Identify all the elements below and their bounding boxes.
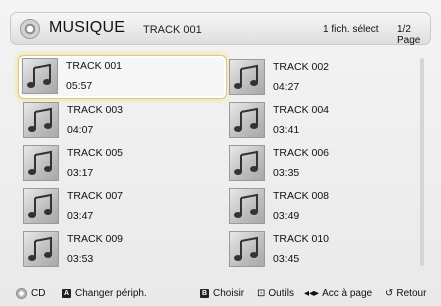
track-duration: 03:53 (67, 253, 94, 265)
b-key-icon: B (200, 289, 209, 298)
track-duration: 04:07 (67, 124, 94, 136)
music-note-icon (23, 188, 59, 224)
track-tile[interactable]: TRACK 010 03:45 (226, 229, 425, 269)
track-duration: 04:27 (273, 81, 300, 93)
footer-choose[interactable]: B Choisir (200, 288, 244, 299)
track-duration: 03:49 (273, 210, 300, 222)
footer-tools[interactable]: ⊡ Outils (257, 288, 294, 299)
music-browser-screen: MUSIQUE TRACK 001 1 fich. sélect 1/2 Pag… (0, 0, 441, 306)
track-name: TRACK 001 (66, 60, 123, 72)
change-device-label: Changer périph. (75, 288, 147, 299)
track-name: TRACK 003 (67, 104, 124, 116)
a-key-icon: A (62, 289, 71, 298)
music-note-icon (23, 145, 59, 181)
tools-icon: ⊡ (257, 288, 266, 299)
track-name: TRACK 007 (67, 190, 124, 202)
footer-change-device[interactable]: A Changer périph. (62, 288, 147, 299)
track-tile[interactable]: ✓ TRACK 001 05:57 (19, 56, 226, 98)
track-tile[interactable]: TRACK 002 04:27 (226, 57, 425, 97)
track-name: TRACK 006 (273, 147, 330, 159)
track-name: TRACK 004 (273, 104, 330, 116)
footer-page-access[interactable]: ◂◂▸ Acc à page (304, 288, 372, 299)
track-duration: 03:17 (67, 167, 94, 179)
track-name: TRACK 009 (67, 233, 124, 245)
music-note-icon (229, 188, 265, 224)
track-tile[interactable]: TRACK 007 03:47 (20, 186, 219, 226)
cd-label: CD (31, 288, 46, 299)
page-indicator: 1/2 Page (397, 24, 421, 46)
track-name: TRACK 002 (273, 61, 330, 73)
header-bar: MUSIQUE TRACK 001 1 fich. sélect 1/2 Pag… (10, 12, 431, 46)
selection-count: 1 fich. sélect (323, 24, 379, 35)
footer-cd[interactable]: CD (16, 288, 45, 299)
track-duration: 05:57 (66, 80, 93, 92)
track-tile[interactable]: TRACK 005 03:17 (20, 143, 219, 183)
music-note-icon (229, 59, 265, 95)
track-tile[interactable]: TRACK 008 03:49 (226, 186, 425, 226)
track-name: TRACK 008 (273, 190, 330, 202)
track-duration: 03:47 (67, 210, 94, 222)
track-duration: 03:41 (273, 124, 300, 136)
track-duration: 03:45 (273, 253, 300, 265)
track-tile[interactable]: TRACK 004 03:41 (226, 100, 425, 140)
scrollbar-track[interactable] (420, 58, 424, 266)
music-note-icon (229, 102, 265, 138)
page-title: MUSIQUE (49, 19, 126, 36)
music-note-icon (229, 231, 265, 267)
music-note-icon (23, 102, 59, 138)
track-tile[interactable]: TRACK 006 03:35 (226, 143, 425, 183)
disc-icon (20, 19, 40, 39)
track-tile[interactable]: TRACK 009 03:53 (20, 229, 219, 269)
back-label: Retour (396, 288, 427, 299)
skip-arrows-icon: ◂◂▸ (304, 288, 320, 299)
track-duration: 03:35 (273, 167, 300, 179)
choose-label: Choisir (213, 288, 245, 299)
dpad-icon (16, 288, 27, 299)
music-note-icon (229, 145, 265, 181)
current-track-label: TRACK 001 (143, 24, 202, 36)
track-name: TRACK 010 (273, 233, 330, 245)
track-name: TRACK 005 (67, 147, 124, 159)
music-note-icon (23, 231, 59, 267)
page-access-label: Acc à page (322, 288, 373, 299)
track-tile[interactable]: TRACK 003 04:07 (20, 100, 219, 140)
return-icon: ↺ (385, 288, 394, 299)
tools-label: Outils (268, 288, 294, 299)
footer-help-bar: CD A Changer périph. B Choisir ⊡ Outils … (0, 284, 441, 306)
music-note-icon (22, 58, 58, 94)
footer-back[interactable]: ↺ Retour (385, 288, 426, 299)
